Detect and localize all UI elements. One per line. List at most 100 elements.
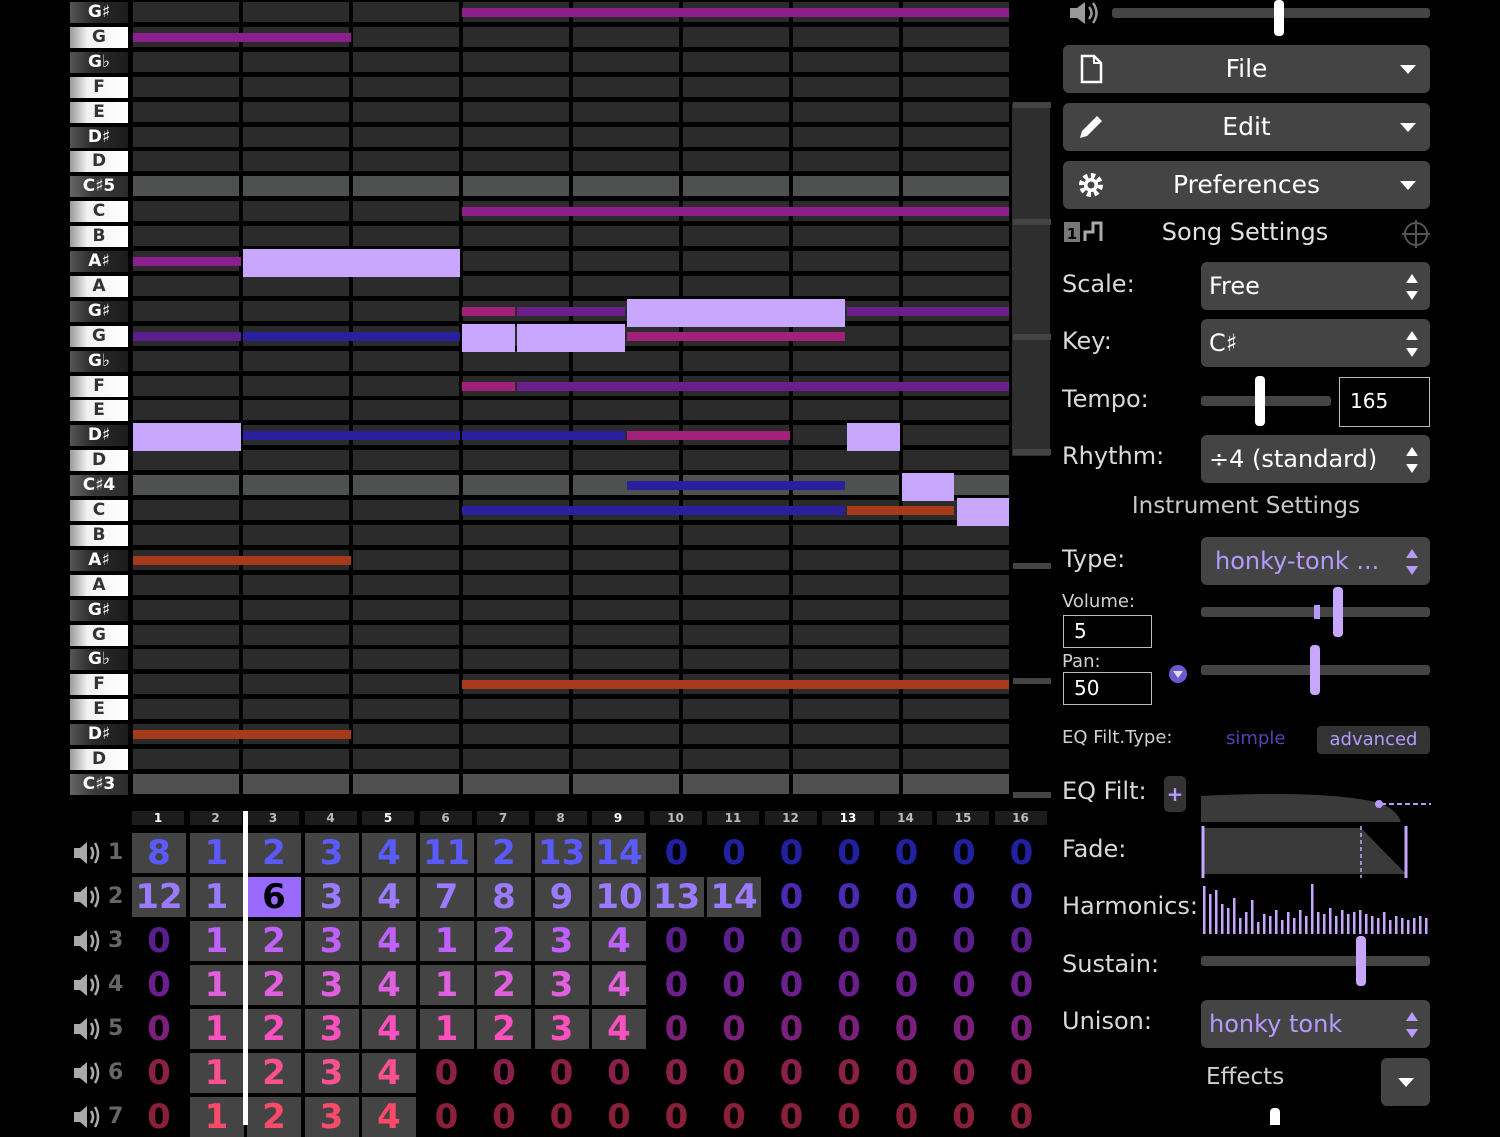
pattern-cell[interactable]: 1	[419, 965, 474, 1005]
pattern-cell[interactable]: 0	[707, 833, 761, 873]
pattern-cell[interactable]: 4	[362, 965, 416, 1005]
grid-cell[interactable]	[463, 599, 569, 620]
grid-cell[interactable]	[903, 51, 1009, 72]
harmonics-editor[interactable]	[1201, 882, 1431, 934]
grid-cell[interactable]	[793, 275, 899, 296]
grid-cell[interactable]	[133, 599, 239, 620]
pattern-cell[interactable]: 2	[247, 1053, 301, 1093]
channel-mute-icon[interactable]	[72, 838, 106, 868]
grid-cell[interactable]	[353, 574, 459, 595]
pattern-cell[interactable]: 0	[822, 1097, 876, 1137]
pattern-cell[interactable]: 13	[534, 833, 589, 873]
pattern-cell[interactable]: 0	[880, 1097, 934, 1137]
pattern-cell[interactable]: 2	[247, 1097, 301, 1137]
grid-cell[interactable]	[683, 450, 789, 471]
edit-menu-button[interactable]: Edit	[1063, 103, 1430, 151]
grid-cell[interactable]	[353, 475, 459, 496]
harmonic-bar[interactable]	[1419, 916, 1422, 934]
note[interactable]	[517, 306, 626, 316]
pattern-cell[interactable]: 4	[362, 1097, 416, 1137]
note[interactable]	[627, 298, 845, 327]
grid-cell[interactable]	[353, 176, 459, 197]
pattern-cell[interactable]: 0	[132, 921, 186, 961]
harmonic-bar[interactable]	[1413, 918, 1416, 934]
grid-cell[interactable]	[903, 151, 1009, 172]
pattern-cell[interactable]: 0	[937, 921, 991, 961]
pattern-cell[interactable]: 1	[189, 1097, 244, 1137]
grid-cell[interactable]	[353, 350, 459, 371]
grid-cell[interactable]	[793, 450, 899, 471]
grid-cell[interactable]	[133, 126, 239, 147]
grid-cell[interactable]	[683, 773, 789, 794]
pattern-cell[interactable]: 0	[650, 833, 704, 873]
pattern-cell[interactable]: 4	[362, 921, 416, 961]
pattern-cell[interactable]: 0	[592, 1053, 646, 1093]
pattern-cell[interactable]: 3	[304, 921, 359, 961]
grid-cell[interactable]	[573, 773, 679, 794]
grid-cell[interactable]	[573, 76, 679, 97]
pattern-cell[interactable]: 1	[189, 877, 244, 917]
grid-cell[interactable]	[793, 624, 899, 645]
harmonic-bar[interactable]	[1329, 908, 1332, 934]
sustain-knob[interactable]	[1356, 936, 1366, 986]
channel-mute-icon[interactable]	[72, 882, 106, 912]
pattern-cell[interactable]: 0	[765, 1009, 819, 1049]
harmonic-bar[interactable]	[1203, 886, 1206, 934]
grid-cell[interactable]	[793, 749, 899, 769]
effect-slider-knob[interactable]	[1270, 1108, 1280, 1125]
note[interactable]	[242, 331, 461, 341]
grid-cell[interactable]	[683, 749, 789, 769]
grid-cell[interactable]	[683, 176, 789, 197]
grid-cell[interactable]	[903, 425, 1009, 446]
grid-cell[interactable]	[683, 126, 789, 147]
channel-mute-icon[interactable]	[72, 970, 106, 1000]
pattern-cell[interactable]: 0	[477, 1097, 531, 1137]
grid-cell[interactable]	[133, 574, 239, 595]
grid-cell[interactable]	[353, 275, 459, 296]
bar-number[interactable]: 11	[707, 811, 759, 825]
grid-cell[interactable]	[133, 51, 239, 72]
grid-cell[interactable]	[243, 749, 349, 769]
grid-cell[interactable]	[353, 400, 459, 421]
grid-cell[interactable]	[903, 26, 1009, 47]
grid-cell[interactable]	[353, 2, 459, 22]
pattern-cell[interactable]: 0	[880, 921, 934, 961]
scale-select[interactable]: Free	[1201, 262, 1430, 310]
grid-cell[interactable]	[353, 624, 459, 645]
grid-cell[interactable]	[903, 176, 1009, 197]
note[interactable]	[846, 423, 900, 452]
pattern-cell[interactable]: 14	[592, 833, 646, 873]
pattern-cell[interactable]: 0	[765, 965, 819, 1005]
rhythm-select[interactable]: ÷4 (standard)	[1201, 435, 1430, 483]
pattern-cell[interactable]: 8	[477, 877, 531, 917]
grid-cell[interactable]	[793, 251, 899, 271]
grid-cell[interactable]	[133, 201, 239, 222]
piano-key[interactable]: G♭	[70, 51, 128, 73]
grid-cell[interactable]	[683, 524, 789, 545]
harmonic-bar[interactable]	[1221, 904, 1224, 934]
grid-cell[interactable]	[463, 475, 569, 496]
note[interactable]	[462, 506, 845, 515]
fade-envelope[interactable]	[1201, 826, 1431, 878]
grid-cell[interactable]	[903, 126, 1009, 147]
key-select[interactable]: C♯	[1201, 319, 1430, 367]
grid-cell[interactable]	[903, 101, 1009, 122]
harmonic-bar[interactable]	[1365, 914, 1368, 934]
pattern-cell[interactable]: 2	[247, 833, 301, 873]
grid-cell[interactable]	[683, 699, 789, 720]
harmonic-bar[interactable]	[1275, 910, 1278, 934]
bar-number[interactable]: 9	[592, 811, 644, 825]
grid-cell[interactable]	[683, 26, 789, 47]
grid-cell[interactable]	[353, 300, 459, 321]
instrument-type-select[interactable]: honky-tonk ...	[1201, 537, 1430, 585]
piano-key[interactable]: G	[70, 26, 128, 48]
piano-key[interactable]: G♯	[70, 300, 128, 322]
pattern-cell[interactable]: 0	[995, 921, 1049, 961]
harmonic-bar[interactable]	[1299, 910, 1302, 934]
piano-key[interactable]: F	[70, 674, 128, 696]
pattern-cell[interactable]: 4	[362, 1009, 416, 1049]
bar-number[interactable]: 16	[994, 811, 1047, 825]
unison-select[interactable]: honky tonk	[1201, 1000, 1430, 1048]
bar-number[interactable]: 7	[477, 811, 529, 825]
grid-cell[interactable]	[353, 51, 459, 72]
